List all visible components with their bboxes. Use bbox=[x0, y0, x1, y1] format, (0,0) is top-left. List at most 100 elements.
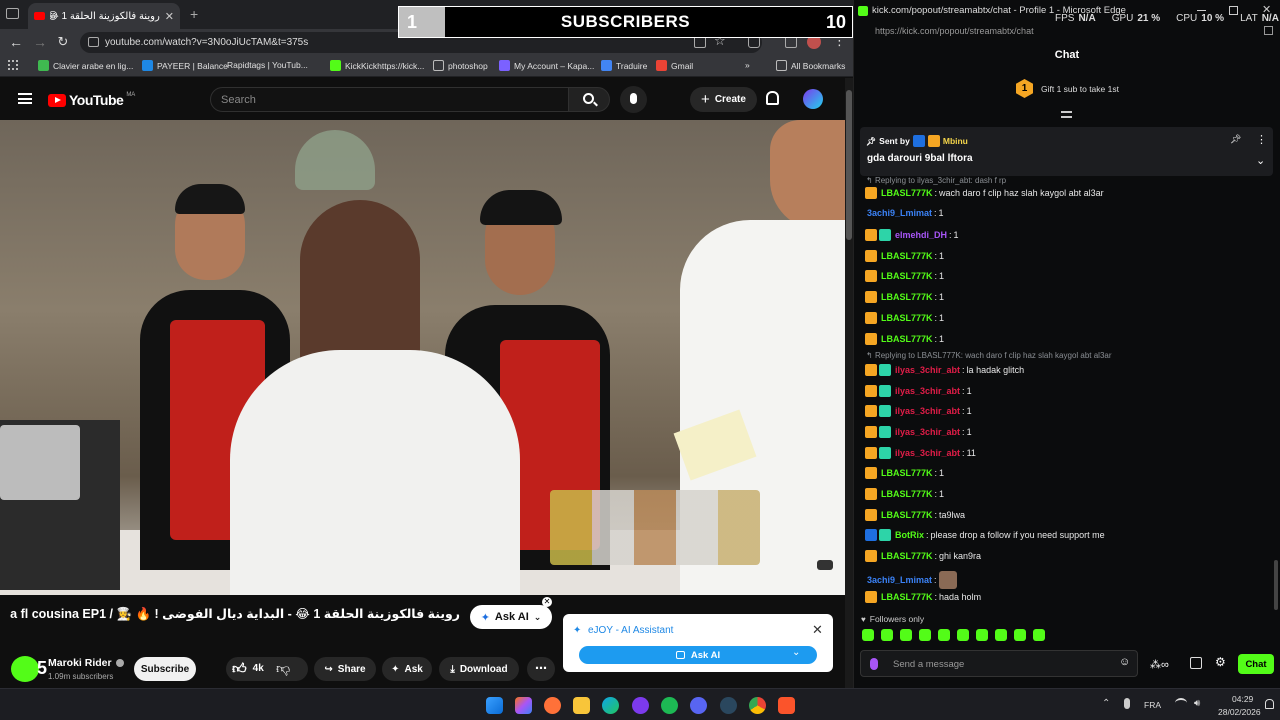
tray-overflow-icon[interactable]: ⌃ bbox=[1102, 698, 1110, 709]
channel-avatar[interactable] bbox=[11, 656, 39, 682]
chat-message[interactable]: LBASL777K: 1 bbox=[865, 312, 944, 324]
voice-search-button[interactable] bbox=[620, 86, 647, 113]
dislike-button[interactable]: 👎︎ bbox=[276, 660, 290, 677]
chat-message[interactable]: LBASL777K: 1 bbox=[865, 291, 944, 303]
steam-icon[interactable] bbox=[720, 697, 737, 714]
chat-username[interactable]: ilyas_3chir_abt bbox=[895, 365, 960, 375]
reply-context[interactable]: ↰ Replying to LBASL777K: wach daro f cli… bbox=[866, 351, 1112, 360]
emote-icon[interactable] bbox=[881, 629, 893, 641]
reply-context[interactable]: ↰ Replying to ilyas_3chir_abt: dash f rp bbox=[866, 176, 1006, 185]
chevron-down-icon[interactable]: ⌄ bbox=[792, 647, 800, 658]
close-window-icon[interactable]: ✕ bbox=[1262, 3, 1271, 16]
firefox-icon[interactable] bbox=[544, 697, 561, 714]
minimize-icon[interactable] bbox=[1197, 10, 1206, 11]
all-bookmarks[interactable]: All Bookmarks bbox=[776, 60, 845, 71]
chevron-down-icon[interactable]: ⌄ bbox=[1256, 154, 1265, 167]
volume-icon[interactable]: 🔊︎ bbox=[1194, 698, 1200, 709]
site-info-icon[interactable] bbox=[88, 37, 99, 47]
like-button[interactable]: 👍︎ 4k bbox=[232, 660, 264, 677]
emoji-icon[interactable]: ☺ bbox=[1119, 656, 1130, 668]
chat-message[interactable]: LBASL777K: 1 bbox=[865, 250, 944, 262]
tab-youtube[interactable]: روينة فالكوزينة الحلقة 1 😂 - البدا ✕ bbox=[28, 3, 180, 29]
chat-send-button[interactable]: Chat bbox=[1238, 654, 1274, 674]
bookmark-item[interactable]: My Account – Kapa... bbox=[499, 60, 594, 71]
chat-message[interactable]: LBASL777K: 1 bbox=[865, 488, 944, 500]
chat-message[interactable]: LBASL777K: wach daro f clip haz slah kay… bbox=[865, 187, 1104, 199]
chat-message[interactable]: ilyas_3chir_abt: 11 bbox=[865, 447, 976, 459]
chat-message[interactable]: LBASL777K: hada holm bbox=[865, 591, 981, 603]
bookmark-item[interactable]: PAYEER | Balance bbox=[142, 60, 228, 71]
bookmark-item[interactable]: Gmail bbox=[656, 60, 693, 71]
browser-menu-icon[interactable] bbox=[6, 8, 19, 19]
chat-username[interactable]: LBASL777K bbox=[881, 489, 933, 499]
search-input[interactable]: Search bbox=[210, 87, 570, 112]
discord-icon[interactable] bbox=[690, 697, 707, 714]
notifications-bell-icon[interactable] bbox=[766, 91, 779, 105]
chat-username[interactable]: LBASL777K bbox=[881, 468, 933, 478]
bookmark-item[interactable]: Rapidtags | YouTub... bbox=[227, 60, 308, 70]
video-player[interactable] bbox=[0, 120, 845, 595]
emote-icon[interactable] bbox=[957, 629, 969, 641]
copilot-icon[interactable] bbox=[515, 697, 532, 714]
ask-button[interactable]: ✦ Ask bbox=[382, 657, 432, 681]
chat-message[interactable]: BotRix: please drop a follow if you need… bbox=[865, 529, 1105, 541]
more-actions-button[interactable]: ⋯ bbox=[527, 657, 555, 681]
chat-username[interactable]: LBASL777K bbox=[881, 271, 933, 281]
apps-icon[interactable] bbox=[8, 60, 18, 70]
language-indicator[interactable]: FRA bbox=[1144, 700, 1161, 710]
points-icon[interactable]: ⁂∞ bbox=[1150, 658, 1169, 671]
page-info-icon[interactable] bbox=[1264, 26, 1273, 35]
chat-message[interactable]: LBASL777K: 1 bbox=[865, 467, 944, 479]
search-button[interactable] bbox=[568, 87, 610, 112]
chat-username[interactable]: ilyas_3chir_abt bbox=[895, 427, 960, 437]
chat-message[interactable]: ilyas_3chir_abt: la hadak glitch bbox=[865, 364, 1024, 376]
pinned-more-icon[interactable]: ⋮ bbox=[1256, 133, 1267, 146]
clock-date[interactable]: 28/02/2026 bbox=[1218, 707, 1261, 717]
chat-username[interactable]: LBASL777K bbox=[881, 510, 933, 520]
chat-message[interactable]: ilyas_3chir_abt: 1 bbox=[865, 426, 972, 438]
page-scrollbar[interactable] bbox=[845, 78, 853, 688]
forward-icon[interactable]: → bbox=[32, 34, 48, 50]
file-explorer-icon[interactable] bbox=[573, 697, 590, 714]
brave-icon[interactable] bbox=[778, 697, 795, 714]
chat-message[interactable]: LBASL777K: ghi kan9ra bbox=[865, 550, 981, 562]
gift-leaderboard[interactable]: 1 Gift 1 sub to take 1st bbox=[1016, 79, 1119, 98]
chat-username[interactable]: BotRix bbox=[895, 530, 924, 540]
clock-time[interactable]: 04:29 bbox=[1232, 694, 1253, 704]
chat-username[interactable]: ilyas_3chir_abt bbox=[895, 386, 960, 396]
chat-message[interactable]: elmehdi_DH: 1 bbox=[865, 229, 959, 241]
chat-username[interactable]: LBASL777K bbox=[881, 292, 933, 302]
notifications-icon[interactable] bbox=[1265, 699, 1274, 709]
account-avatar[interactable] bbox=[803, 89, 823, 109]
chat-username[interactable]: ilyas_3chir_abt bbox=[895, 448, 960, 458]
settings-gear-icon[interactable]: ⚙ bbox=[1215, 655, 1226, 669]
ask-ai-close-icon[interactable]: ✕ bbox=[542, 597, 552, 607]
ejoy-close-icon[interactable]: ✕ bbox=[812, 622, 823, 638]
edge-icon[interactable] bbox=[602, 697, 619, 714]
microphone-tray-icon[interactable] bbox=[1124, 698, 1130, 709]
bookmark-item[interactable]: Traduire bbox=[601, 60, 647, 71]
chat-message[interactable]: 3achi9_Lmimat: 1 bbox=[865, 208, 944, 218]
chat-username[interactable]: LBASL777K bbox=[881, 334, 933, 344]
collapse-icon[interactable] bbox=[1061, 111, 1072, 118]
bookmark-item[interactable]: KickKickhttps://kick... bbox=[330, 60, 424, 71]
emote-icon[interactable] bbox=[900, 629, 912, 641]
create-button[interactable]: + Create bbox=[690, 87, 757, 112]
wifi-icon[interactable] bbox=[1175, 698, 1187, 708]
download-button[interactable]: ⤓ Download bbox=[439, 657, 519, 681]
chat-message[interactable]: LBASL777K: ta9lwa bbox=[865, 509, 965, 521]
chat-message[interactable]: ilyas_3chir_abt: 1 bbox=[865, 385, 972, 397]
chrome-icon[interactable] bbox=[749, 697, 766, 714]
channel-name[interactable]: Maroki Rider bbox=[48, 657, 124, 669]
chat-username[interactable]: ilyas_3chir_abt bbox=[895, 406, 960, 416]
bookmark-folder[interactable]: photoshop bbox=[433, 60, 488, 71]
chat-username[interactable]: 3achi9_Lmimat bbox=[867, 208, 932, 218]
ejoy-ask-ai-button[interactable]: Ask AI bbox=[579, 646, 817, 664]
youtube-logo[interactable]: YouTube MA bbox=[48, 92, 135, 108]
back-icon[interactable]: ← bbox=[8, 34, 24, 50]
emote-icon[interactable] bbox=[938, 629, 950, 641]
store-icon[interactable] bbox=[1190, 657, 1202, 669]
bookmark-item[interactable]: Clavier arabe en lig... bbox=[38, 60, 133, 71]
pinned-message[interactable]: 📌︎ Sent by Mbinu gda darouri 9bal lftora… bbox=[860, 127, 1273, 176]
chat-url[interactable]: https://kick.com/popout/streamabtx/chat bbox=[875, 26, 1034, 36]
